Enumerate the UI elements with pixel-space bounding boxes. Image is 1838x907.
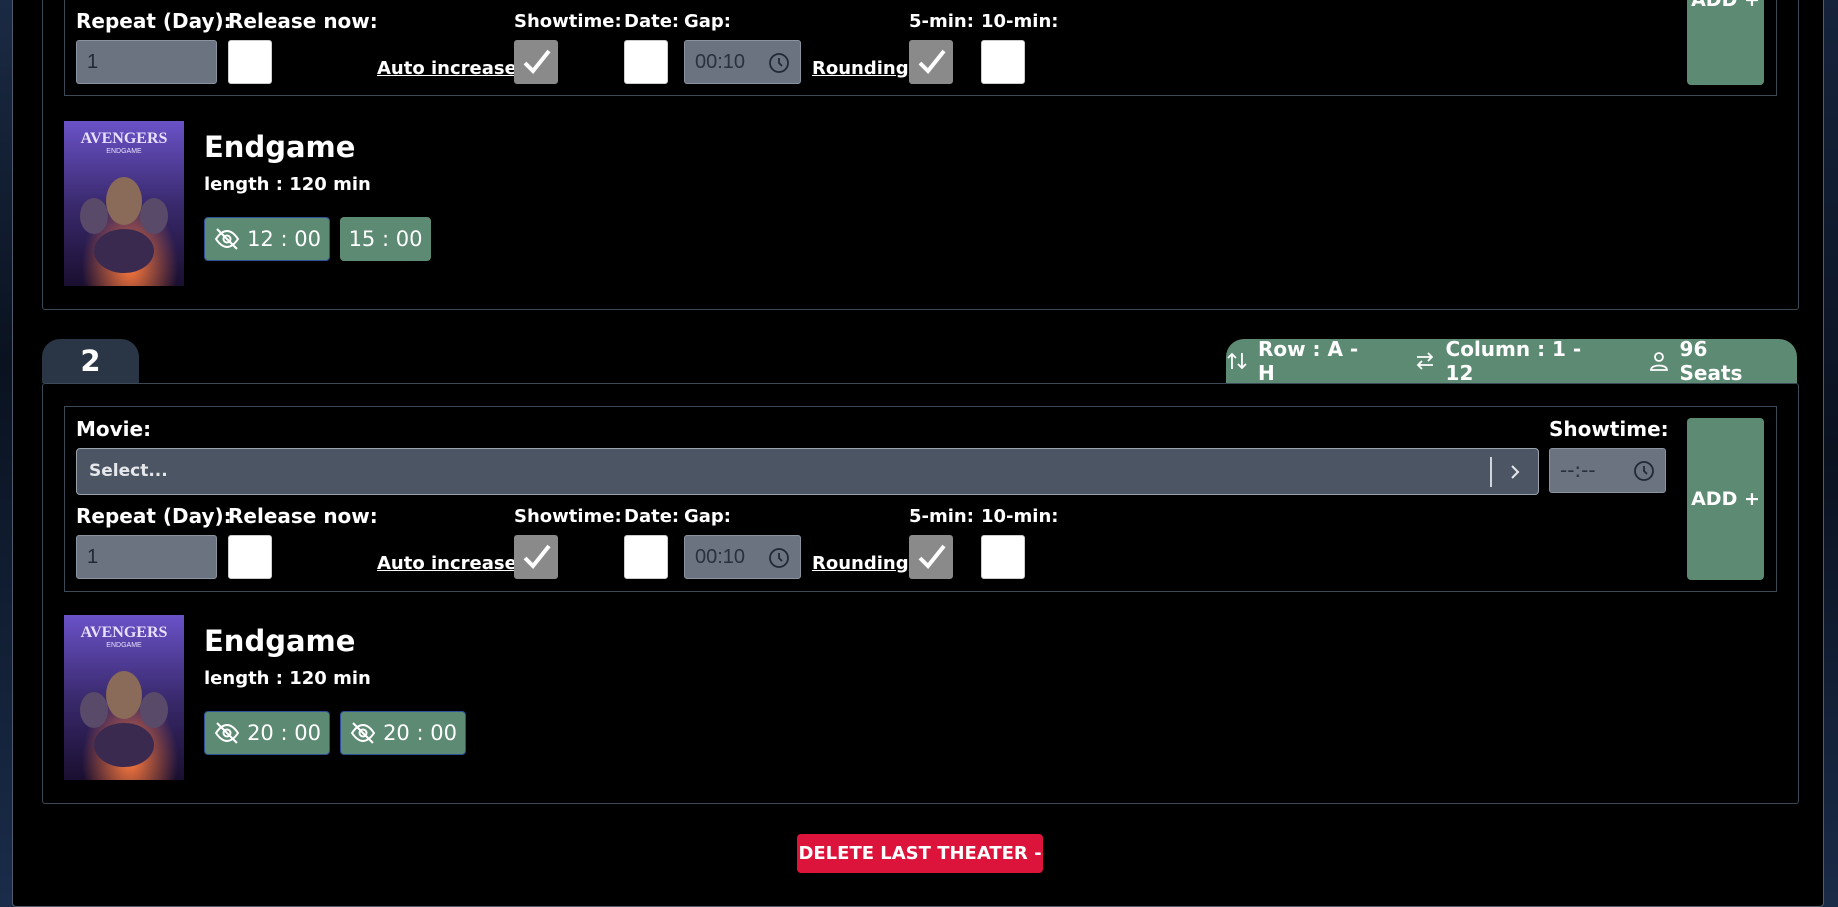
release-now-label: Release now: <box>228 504 378 528</box>
add-button-label: ADD + <box>1691 488 1760 510</box>
svg-text:ENDGAME: ENDGAME <box>106 642 142 649</box>
movie-poster: AVENGERS ENDGAME <box>64 121 184 286</box>
swap-horizontal-icon <box>1416 352 1433 370</box>
five-min-label: 5-min: <box>909 11 974 32</box>
chevron-right-icon <box>1511 465 1520 479</box>
date-label: Date: <box>624 11 680 32</box>
rounding-link[interactable]: Rounding <box>812 58 909 79</box>
eye-off-icon <box>214 228 240 250</box>
clock-icon <box>769 548 789 568</box>
showtime-chip[interactable]: 20 : 00 <box>204 711 330 755</box>
movie-title: Endgame <box>204 624 356 658</box>
row-info: Row : A - H <box>1226 337 1382 385</box>
showtime-chip-label: 20 : 00 <box>383 721 457 745</box>
sort-vertical-icon <box>1227 352 1247 370</box>
showtime-chip-label: 12 : 00 <box>247 227 321 251</box>
svg-text:AVENGERS: AVENGERS <box>81 624 168 641</box>
five-min-label: 5-min: <box>909 506 974 527</box>
showtime-top-label: Showtime: <box>1549 417 1669 441</box>
showtime-chip[interactable]: 12 : 00 <box>204 217 330 261</box>
gap-label: Gap: <box>684 506 732 527</box>
checkmark-icon <box>523 49 551 74</box>
ten-min-checkbox[interactable] <box>981 40 1025 84</box>
add-button[interactable]: ADD + <box>1687 418 1764 580</box>
rounding-link[interactable]: Rounding <box>812 553 909 574</box>
five-min-checkbox[interactable] <box>909 535 953 579</box>
movie-length: length : 120 min <box>204 668 371 689</box>
delete-last-theater-button[interactable]: DELETE LAST THEATER - <box>797 834 1043 873</box>
ten-min-label: 10-min: <box>981 506 1059 527</box>
showtime-label: Showtime: <box>514 11 622 32</box>
gap-value: 00:10 <box>695 51 746 73</box>
svg-text:AVENGERS: AVENGERS <box>81 130 168 147</box>
repeat-day-input[interactable]: 1 <box>76 40 217 84</box>
movie-select-placeholder: Select... <box>89 461 168 481</box>
showtime-checkbox[interactable] <box>514 40 558 84</box>
theater-info-tab: Row : A - H Column : 1 - 12 96 Seats <box>1226 337 1797 385</box>
showtime-label: Showtime: <box>514 506 622 527</box>
clock-icon <box>1634 461 1654 481</box>
movie-poster: AVENGERS ENDGAME <box>64 615 184 780</box>
checkmark-icon <box>523 544 551 569</box>
repeat-day-input[interactable]: 1 <box>76 535 217 579</box>
date-label: Date: <box>624 506 680 527</box>
gap-input[interactable]: 00:10 <box>684 535 801 579</box>
gap-value: 00:10 <box>695 546 746 568</box>
theater-number: 2 <box>80 344 101 378</box>
showtime-checkbox[interactable] <box>514 535 558 579</box>
date-checkbox[interactable] <box>624 535 668 579</box>
select-divider <box>1490 457 1492 487</box>
ten-min-checkbox[interactable] <box>981 535 1025 579</box>
column-info: Column : 1 - 12 <box>1414 337 1616 385</box>
delete-last-theater-label: DELETE LAST THEATER - <box>798 843 1042 864</box>
showtime-input[interactable]: --:-- <box>1549 448 1666 493</box>
gap-input[interactable]: 00:10 <box>684 40 801 84</box>
clock-icon <box>769 53 789 73</box>
five-min-checkbox[interactable] <box>909 40 953 84</box>
checkmark-icon <box>918 544 946 569</box>
add-button[interactable]: ADD + <box>1687 0 1764 85</box>
column-info-text: Column : 1 - 12 <box>1445 337 1582 385</box>
row-info-text: Row : A - H <box>1257 337 1359 385</box>
release-now-label: Release now: <box>228 9 378 33</box>
repeat-day-label: Repeat (Day): <box>76 9 232 33</box>
auto-increase-link[interactable]: Auto increase <box>377 553 517 574</box>
movie-select[interactable]: Select... <box>76 448 1539 495</box>
theater-number-tab: 2 <box>42 339 139 383</box>
showtime-input-value: --:-- <box>1560 458 1596 482</box>
eye-off-icon <box>214 722 240 744</box>
movie-title: Endgame <box>204 130 356 164</box>
checkmark-icon <box>918 49 946 74</box>
showtime-chip[interactable]: 20 : 00 <box>340 711 466 755</box>
user-icon <box>1649 352 1668 371</box>
seats-info: 96 Seats <box>1648 337 1777 385</box>
repeat-day-label: Repeat (Day): <box>76 504 232 528</box>
showtime-chip-label: 15 : 00 <box>348 227 423 251</box>
gap-label: Gap: <box>684 11 732 32</box>
release-now-checkbox[interactable] <box>228 535 272 579</box>
seats-info-text: 96 Seats <box>1679 337 1743 385</box>
release-now-checkbox[interactable] <box>228 40 272 84</box>
auto-increase-link[interactable]: Auto increase <box>377 58 517 79</box>
eye-off-icon <box>350 722 376 744</box>
movie-label: Movie: <box>76 417 152 441</box>
date-checkbox[interactable] <box>624 40 668 84</box>
add-button-label: ADD + <box>1691 0 1760 11</box>
showtime-chip-label: 20 : 00 <box>247 721 321 745</box>
svg-text:ENDGAME: ENDGAME <box>106 148 142 155</box>
showtime-chip[interactable]: 15 : 00 <box>340 217 431 261</box>
movie-length: length : 120 min <box>204 174 371 195</box>
ten-min-label: 10-min: <box>981 11 1059 32</box>
